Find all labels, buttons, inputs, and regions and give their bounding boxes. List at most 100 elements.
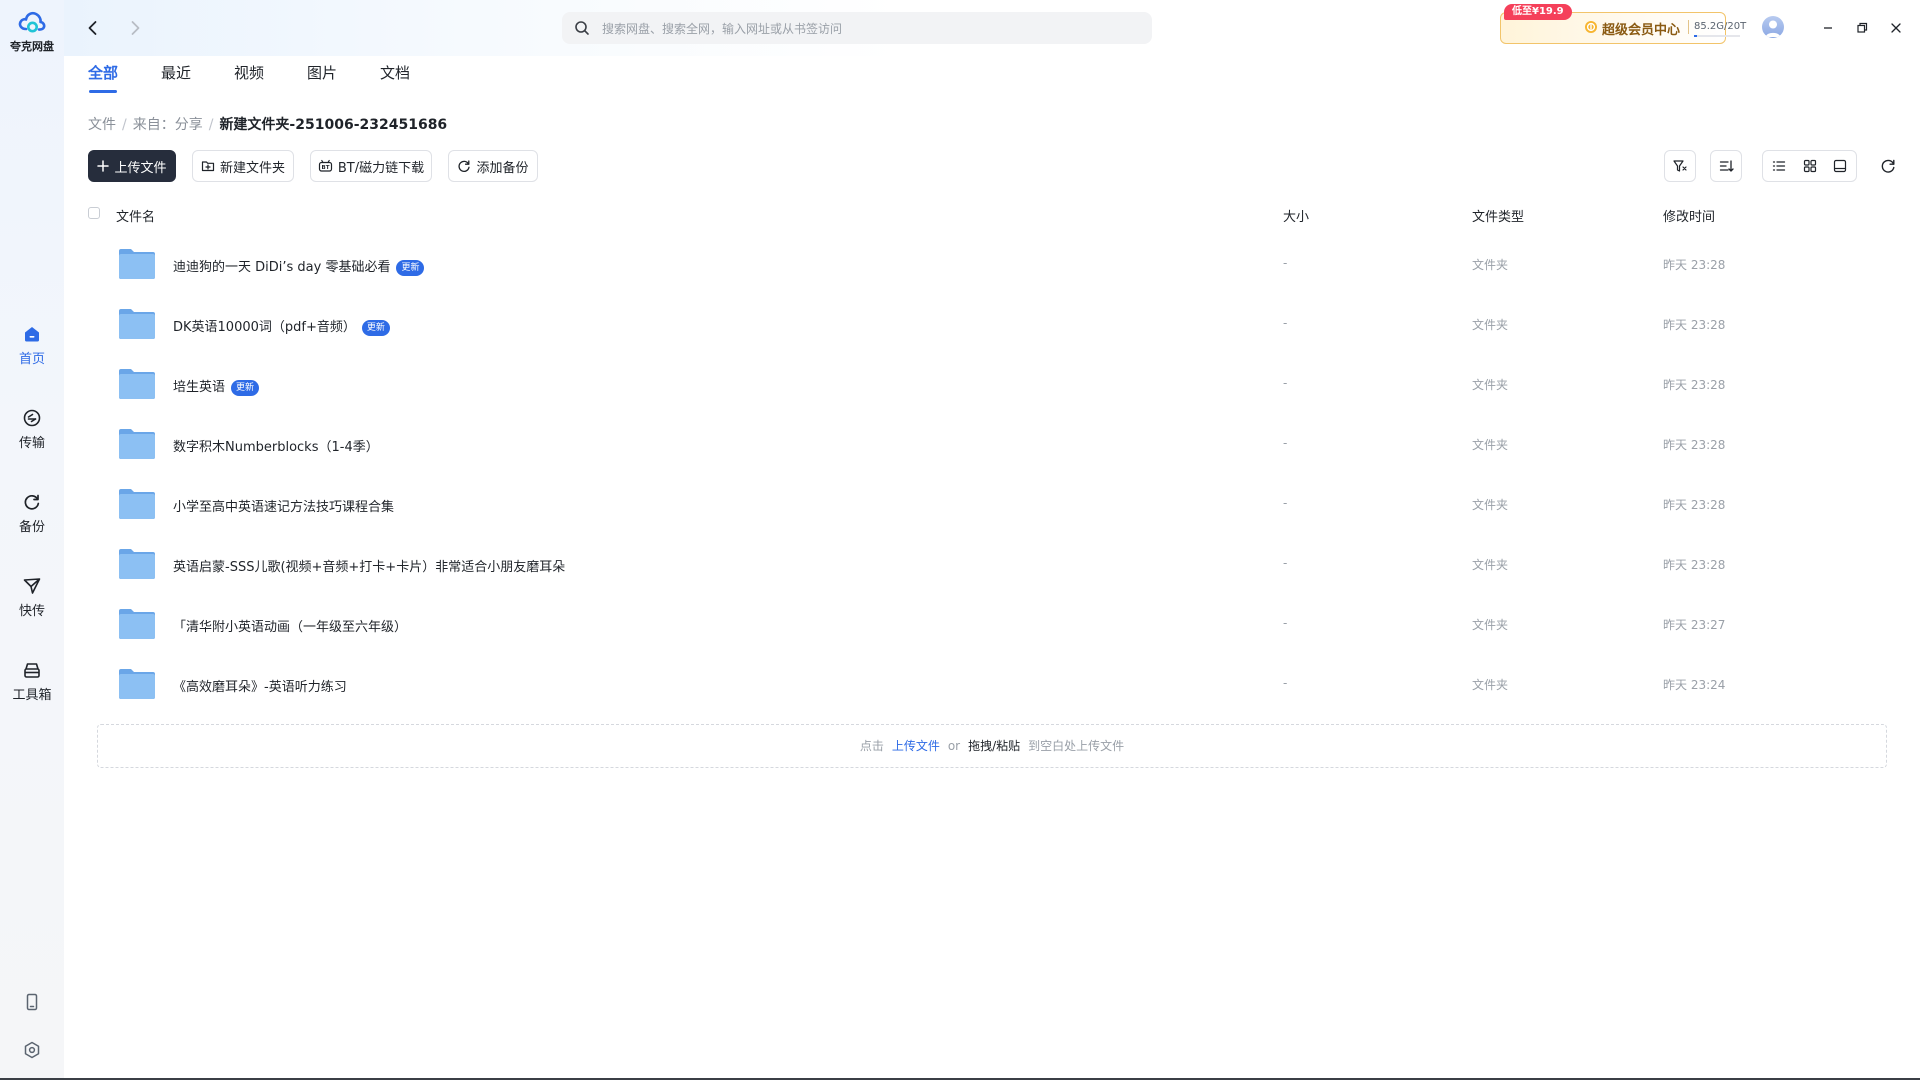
close-icon[interactable]: [1886, 18, 1906, 38]
search-input[interactable]: [600, 12, 1144, 46]
file-modified-cell: 昨天 23:28: [1663, 438, 1726, 452]
bt-download-button-label: BT/磁力链下载: [337, 160, 425, 176]
file-name[interactable]: 「清华附小英语动画（一年级至六年级）: [173, 620, 407, 635]
column-header-modified[interactable]: 修改时间: [1663, 206, 1715, 225]
tab-all[interactable]: 全部: [88, 62, 119, 93]
sidebar-item-backup[interactable]: 备份: [0, 492, 64, 535]
file-size-cell: -: [1283, 376, 1288, 390]
table-row[interactable]: 「清华附小英语动画（一年级至六年级） - 文件夹 昨天 23:27: [88, 594, 1888, 654]
table-row[interactable]: 数字积木Numberblocks（1-4季） - 文件夹 昨天 23:28: [88, 414, 1888, 474]
file-name[interactable]: 小学至高中英语速记方法技巧课程合集: [173, 500, 394, 515]
svg-text:BT: BT: [321, 165, 329, 171]
file-type-cell: 文件夹: [1472, 558, 1509, 572]
folder-icon: [119, 369, 155, 399]
tab-label: 图片: [307, 64, 338, 82]
table-row[interactable]: 英语启蒙-SSS儿歌(视频+音频+打卡+卡片）非常适合小朋友磨耳朵 - 文件夹 昨天 …: [88, 534, 1888, 594]
file-name[interactable]: 培生英语: [173, 380, 225, 395]
file-modified-cell: 昨天 23:28: [1663, 318, 1726, 332]
tab-document[interactable]: 文档: [380, 62, 410, 83]
app-name: 夸克网盘: [10, 40, 54, 53]
table-row[interactable]: 小学至高中英语速记方法技巧课程合集 - 文件夹 昨天 23:28: [88, 474, 1888, 534]
plus-icon: [97, 160, 110, 172]
user-avatar-icon: [1765, 20, 1781, 37]
update-badge: 更新: [361, 320, 390, 336]
new-folder-button-label: 新建文件夹: [219, 160, 285, 176]
upload-button[interactable]: 上传文件: [88, 150, 176, 182]
sidebar-item-label: 首页: [18, 352, 45, 367]
home-icon: [25, 327, 39, 342]
search-icon: [575, 21, 589, 35]
breadcrumb-separator: /: [208, 117, 214, 133]
file-modified-cell: 昨天 23:27: [1663, 618, 1726, 632]
new-folder-button[interactable]: 新建文件夹: [192, 150, 294, 182]
promo-tag: 低至¥19.9: [1504, 4, 1572, 20]
refresh-icon[interactable]: [1880, 158, 1896, 174]
file-name[interactable]: 英语启蒙-SSS儿歌(视频+音频+打卡+卡片）非常适合小朋友磨耳朵: [173, 560, 565, 575]
table-row[interactable]: 培生英语 更新 - 文件夹 昨天 23:28: [88, 354, 1888, 414]
upload-drop-zone[interactable]: 点击 上传文件 or 拖拽/粘贴 到空白处上传文件: [97, 724, 1887, 768]
sort-button[interactable]: [1710, 150, 1742, 182]
search-bar: [562, 12, 1152, 46]
file-name-cell: 数字积木Numberblocks（1-4季）: [173, 436, 379, 455]
file-name[interactable]: 数字积木Numberblocks（1-4季）: [173, 440, 379, 455]
file-modified-cell: 昨天 23:28: [1663, 558, 1726, 572]
add-backup-button-label: 添加备份: [476, 160, 529, 176]
tab-recent[interactable]: 最近: [161, 62, 191, 83]
tab-label: 全部: [88, 64, 119, 82]
quick-send-icon: [23, 578, 41, 594]
file-name[interactable]: 《高效磨耳朵》-英语听力练习: [173, 680, 347, 695]
column-header-size[interactable]: 大小: [1283, 206, 1309, 225]
grid-view-button[interactable]: [1795, 151, 1825, 181]
breadcrumb-from-share[interactable]: 来自：分享: [133, 117, 203, 133]
bt-download-button[interactable]: BT BT/磁力链下载: [310, 150, 432, 182]
backup-icon: [24, 494, 40, 510]
restore-icon[interactable]: [1852, 18, 1872, 38]
sidebar-item-toolbox[interactable]: 工具箱: [0, 660, 64, 703]
breadcrumb: 文件 / 来自：分享 / 新建文件夹-251006-232451686: [88, 114, 447, 134]
table-row[interactable]: DK英语10000词（pdf+音频） 更新 - 文件夹 昨天 23:28: [88, 294, 1888, 354]
tab-image[interactable]: 图片: [307, 62, 337, 83]
transfer-icon: [23, 409, 41, 427]
filter-button[interactable]: [1664, 150, 1696, 182]
file-type-cell: 文件夹: [1472, 498, 1509, 512]
forward-icon[interactable]: [123, 16, 147, 40]
column-header-type[interactable]: 文件类型: [1472, 206, 1524, 225]
column-header-name[interactable]: 文件名: [116, 206, 155, 225]
table-row[interactable]: 迪迪狗的一天 DiDi’s day 零基础必看 更新 - 文件夹 昨天 23:28: [88, 234, 1888, 294]
select-all-checkbox[interactable]: [88, 207, 100, 219]
drop-zone-upload-link[interactable]: 上传文件: [892, 739, 940, 753]
tab-video[interactable]: 视频: [234, 62, 264, 83]
add-backup-button[interactable]: 添加备份: [448, 150, 538, 182]
sidebar-item-quick-send[interactable]: 快传: [0, 576, 64, 619]
vip-center-label[interactable]: 超级会员中心: [1602, 19, 1680, 38]
minimize-icon[interactable]: [1818, 18, 1838, 38]
file-name-cell: 小学至高中英语速记方法技巧课程合集: [173, 496, 394, 515]
folder-icon: [119, 609, 155, 639]
sidebar-item-label: 传输: [18, 436, 45, 451]
new-folder-icon: [201, 161, 215, 172]
phone-icon[interactable]: [22, 992, 42, 1012]
sidebar-item-transfer[interactable]: 传输: [0, 408, 64, 451]
file-type-cell: 文件夹: [1472, 318, 1509, 332]
file-modified-cell: 昨天 23:28: [1663, 258, 1726, 272]
breadcrumb-files[interactable]: 文件: [88, 117, 116, 133]
avatar[interactable]: [1762, 16, 1784, 38]
list-view-icon: [1772, 161, 1786, 171]
update-badge: 更新: [231, 380, 260, 396]
breadcrumb-separator: /: [122, 117, 127, 133]
list-view-button[interactable]: [1764, 151, 1794, 181]
vip-divider: [1688, 20, 1689, 34]
preview-view-button[interactable]: [1825, 151, 1855, 181]
sidebar-item-home[interactable]: 首页: [0, 324, 64, 367]
table-row[interactable]: 《高效磨耳朵》-英语听力练习 - 文件夹 昨天 23:24: [88, 654, 1888, 714]
app-logo[interactable]: 夸克网盘: [0, 8, 64, 54]
file-name[interactable]: 迪迪狗的一天 DiDi’s day 零基础必看: [173, 260, 390, 275]
file-name[interactable]: DK英语10000词（pdf+音频）: [173, 320, 356, 335]
file-type-cell: 文件夹: [1472, 438, 1509, 452]
settings-icon[interactable]: [22, 1040, 42, 1060]
file-list-header: 文件名 大小 文件类型 修改时间: [88, 204, 1888, 228]
storage-usage-text[interactable]: 85.2G/20T: [1694, 21, 1746, 32]
sort-icon: [1719, 160, 1734, 172]
back-icon[interactable]: [81, 16, 105, 40]
tab-label: 文档: [380, 64, 411, 82]
